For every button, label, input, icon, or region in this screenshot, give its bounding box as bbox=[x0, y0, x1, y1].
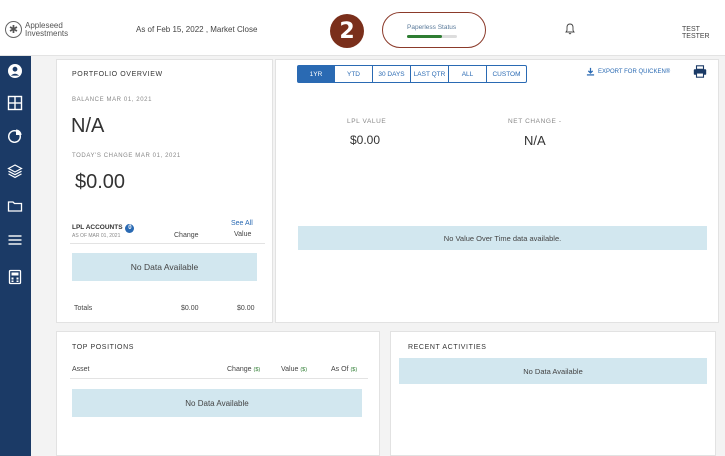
asof-column-unit: ($) bbox=[350, 367, 358, 373]
logo-line-2: Investments bbox=[25, 28, 69, 38]
totals-change: $0.00 bbox=[181, 305, 199, 312]
user-name[interactable]: TEST TESTER bbox=[682, 26, 725, 40]
balance-value: N/A bbox=[71, 115, 105, 137]
print-icon[interactable] bbox=[693, 65, 707, 78]
portfolio-overview-panel: PORTFOLIO OVERVIEW BALANCE MAR 01, 2021 … bbox=[56, 59, 273, 323]
accounts-no-data: No Data Available bbox=[72, 253, 257, 281]
range-1yr-button[interactable]: 1YR bbox=[297, 65, 335, 83]
lpl-value: $0.00 bbox=[350, 133, 381, 147]
top-bar: ✱ Appleseed Investments As of Feb 15, 20… bbox=[0, 0, 725, 56]
lpl-accounts-text: LPL ACCOUNTS bbox=[72, 224, 123, 231]
lpl-value-label: LPL VALUE bbox=[347, 118, 387, 125]
folder-icon[interactable] bbox=[7, 198, 23, 214]
value-over-time-no-data: No Value Over Time data available. bbox=[298, 226, 707, 250]
paperless-progress-track bbox=[407, 35, 457, 38]
net-change-label: NET CHANGE - bbox=[508, 118, 562, 125]
todays-change-label: TODAY'S CHANGE MAR 01, 2021 bbox=[72, 153, 181, 159]
top-positions-panel: TOP POSITIONS Asset Change ($) Value ($)… bbox=[56, 331, 380, 456]
asof-column-header[interactable]: As Of ($) bbox=[331, 366, 357, 373]
paperless-status-label: Paperless Status bbox=[407, 24, 457, 31]
balance-label: BALANCE MAR 01, 2021 bbox=[72, 97, 153, 103]
range-custom-button[interactable]: CUSTOM bbox=[487, 65, 527, 83]
market-close-date: As of Feb 15, 2022 , Market Close bbox=[136, 25, 258, 34]
user-icon[interactable] bbox=[7, 63, 23, 79]
paperless-progress-fill bbox=[407, 35, 442, 38]
lpl-accounts-label: LPL ACCOUNTS 0 bbox=[72, 224, 135, 233]
activities-no-data: No Data Available bbox=[399, 358, 707, 384]
range-30days-button[interactable]: 30 DAYS bbox=[373, 65, 411, 83]
value-column-label: Value bbox=[281, 366, 299, 373]
time-range-selector: 1YR YTD 30 DAYS LAST QTR ALL CUSTOM bbox=[297, 65, 527, 83]
range-ytd-button[interactable]: YTD bbox=[335, 65, 373, 83]
divider bbox=[70, 378, 368, 379]
change-column-header[interactable]: Change ($) bbox=[227, 366, 260, 373]
pie-chart-icon[interactable] bbox=[7, 128, 23, 144]
logo-icon: ✱ bbox=[5, 21, 22, 38]
portfolio-overview-title: PORTFOLIO OVERVIEW bbox=[72, 71, 163, 78]
change-column-unit: ($) bbox=[253, 367, 261, 373]
divider bbox=[70, 243, 265, 244]
asset-column-header[interactable]: Asset bbox=[72, 366, 90, 373]
top-positions-title: TOP POSITIONS bbox=[72, 344, 134, 351]
dashboard-icon[interactable] bbox=[7, 95, 23, 111]
logo-text: Appleseed Investments bbox=[25, 21, 69, 38]
sidebar bbox=[0, 56, 31, 456]
bell-icon[interactable] bbox=[565, 23, 575, 35]
recent-activities-title: RECENT ACTIVITIES bbox=[408, 344, 487, 351]
range-all-button[interactable]: ALL bbox=[449, 65, 487, 83]
paperless-status-button[interactable]: Paperless Status bbox=[382, 12, 486, 48]
accounts-change-header: Change bbox=[174, 232, 199, 239]
range-lastqtr-button[interactable]: LAST QTR bbox=[411, 65, 449, 83]
value-over-time-panel bbox=[275, 59, 719, 323]
value-column-header[interactable]: Value ($) bbox=[281, 366, 307, 373]
accounts-as-of: AS OF MAR 01, 2021 bbox=[72, 233, 121, 239]
value-column-unit: ($) bbox=[300, 367, 308, 373]
calculator-icon[interactable] bbox=[7, 269, 23, 285]
net-change-value: N/A bbox=[524, 133, 546, 148]
totals-value: $0.00 bbox=[237, 305, 255, 312]
change-column-label: Change bbox=[227, 366, 252, 373]
accounts-count-badge: 0 bbox=[125, 224, 135, 233]
export-quicken-link[interactable]: EXPORT FOR QUICKEN® bbox=[586, 67, 670, 76]
export-quicken-label: EXPORT FOR QUICKEN® bbox=[598, 68, 671, 75]
step-badge: 2 bbox=[330, 14, 364, 48]
accounts-value-header: Value bbox=[234, 231, 252, 238]
recent-activities-panel: RECENT ACTIVITIES No Data Available bbox=[390, 331, 716, 456]
layers-icon[interactable] bbox=[7, 163, 23, 179]
positions-no-data: No Data Available bbox=[72, 389, 362, 417]
company-logo[interactable]: ✱ Appleseed Investments bbox=[5, 21, 68, 38]
download-icon bbox=[586, 67, 595, 76]
totals-label: Totals bbox=[74, 305, 93, 312]
asof-column-label: As Of bbox=[331, 366, 349, 373]
see-all-link[interactable]: See All bbox=[231, 220, 253, 227]
todays-change-value: $0.00 bbox=[75, 171, 126, 193]
list-icon[interactable] bbox=[7, 232, 23, 248]
